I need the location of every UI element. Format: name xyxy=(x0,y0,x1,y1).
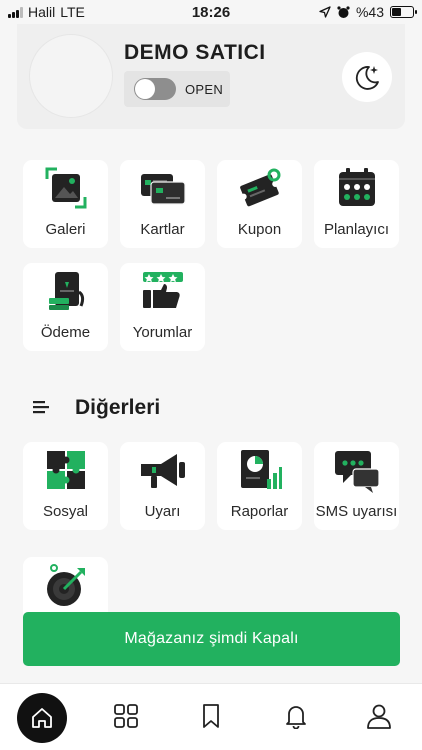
tile-label: Yorumlar xyxy=(132,324,193,341)
tile-cards[interactable]: Kartlar xyxy=(120,160,205,248)
store-status-toggle[interactable] xyxy=(134,78,176,100)
tile-planner[interactable]: Planlayıcı xyxy=(314,160,399,248)
tile-social[interactable]: Sosyal xyxy=(23,442,108,530)
seller-name: DEMO SATICI xyxy=(124,41,266,64)
target-icon xyxy=(41,561,91,609)
tile-gallery[interactable]: Galeri xyxy=(23,160,108,248)
store-status-toggle-container[interactable]: OPEN xyxy=(124,71,230,107)
location-arrow-icon xyxy=(319,6,331,18)
battery-percent: %43 xyxy=(355,4,384,20)
coupon-icon xyxy=(235,164,285,212)
tile-label: Uyarı xyxy=(144,503,181,520)
night-mode-button[interactable] xyxy=(342,52,392,102)
sms-icon xyxy=(332,446,382,494)
moon-star-icon xyxy=(355,66,379,90)
nav-home[interactable] xyxy=(17,693,67,743)
avatar[interactable] xyxy=(29,34,113,118)
gallery-icon xyxy=(41,164,91,212)
nav-profile[interactable] xyxy=(357,694,401,738)
tile-label: Raporlar xyxy=(230,503,289,520)
grid-icon xyxy=(114,704,138,728)
status-bar: Halil LTE 18:26 %43 xyxy=(0,0,422,24)
app-screen: Halil LTE 18:26 %43 DEMO SATICI OPEN Gal… xyxy=(0,0,422,750)
payment-icon xyxy=(41,267,91,315)
bell-icon xyxy=(286,706,306,729)
reviews-icon xyxy=(138,267,188,315)
social-puzzle-icon xyxy=(41,446,91,494)
battery-icon xyxy=(390,6,417,18)
others-section-header: Diğerleri xyxy=(33,396,160,420)
nav-saved[interactable] xyxy=(189,694,233,738)
planner-icon xyxy=(332,164,382,212)
nav-categories[interactable] xyxy=(104,694,148,738)
bookmark-icon xyxy=(203,704,219,728)
tile-reviews[interactable]: Yorumlar xyxy=(120,263,205,351)
section-title: Diğerleri xyxy=(75,396,161,419)
status-right: %43 xyxy=(319,4,417,20)
toggle-knob xyxy=(135,79,155,99)
bottom-navigation xyxy=(0,683,422,750)
tile-label: Galeri xyxy=(45,221,86,238)
list-lines-icon xyxy=(33,401,49,414)
tile-label: Kartlar xyxy=(140,221,185,238)
cards-icon xyxy=(138,164,188,212)
tile-label: Planlayıcı xyxy=(323,221,390,238)
tile-sms-alert[interactable]: SMS uyarısı xyxy=(314,442,399,530)
home-icon xyxy=(32,708,52,728)
tile-label: SMS uyarısı xyxy=(315,503,398,520)
nav-notifications[interactable] xyxy=(274,694,318,738)
tile-label: Kupon xyxy=(237,221,282,238)
alarm-icon xyxy=(337,5,350,18)
tile-label: Sosyal xyxy=(42,503,89,520)
profile-icon xyxy=(367,704,391,729)
store-status-toggle-label: OPEN xyxy=(185,81,224,97)
reports-icon xyxy=(235,446,285,494)
store-closed-button[interactable]: Mağazanız şimdi Kapalı xyxy=(23,612,400,666)
tile-payment[interactable]: Ödeme xyxy=(23,263,108,351)
tile-alert[interactable]: Uyarı xyxy=(120,442,205,530)
tile-coupon[interactable]: Kupon xyxy=(217,160,302,248)
tile-label: Ödeme xyxy=(40,324,91,341)
tile-reports[interactable]: Raporlar xyxy=(217,442,302,530)
seller-header: DEMO SATICI OPEN xyxy=(17,24,405,129)
megaphone-icon xyxy=(138,446,188,494)
